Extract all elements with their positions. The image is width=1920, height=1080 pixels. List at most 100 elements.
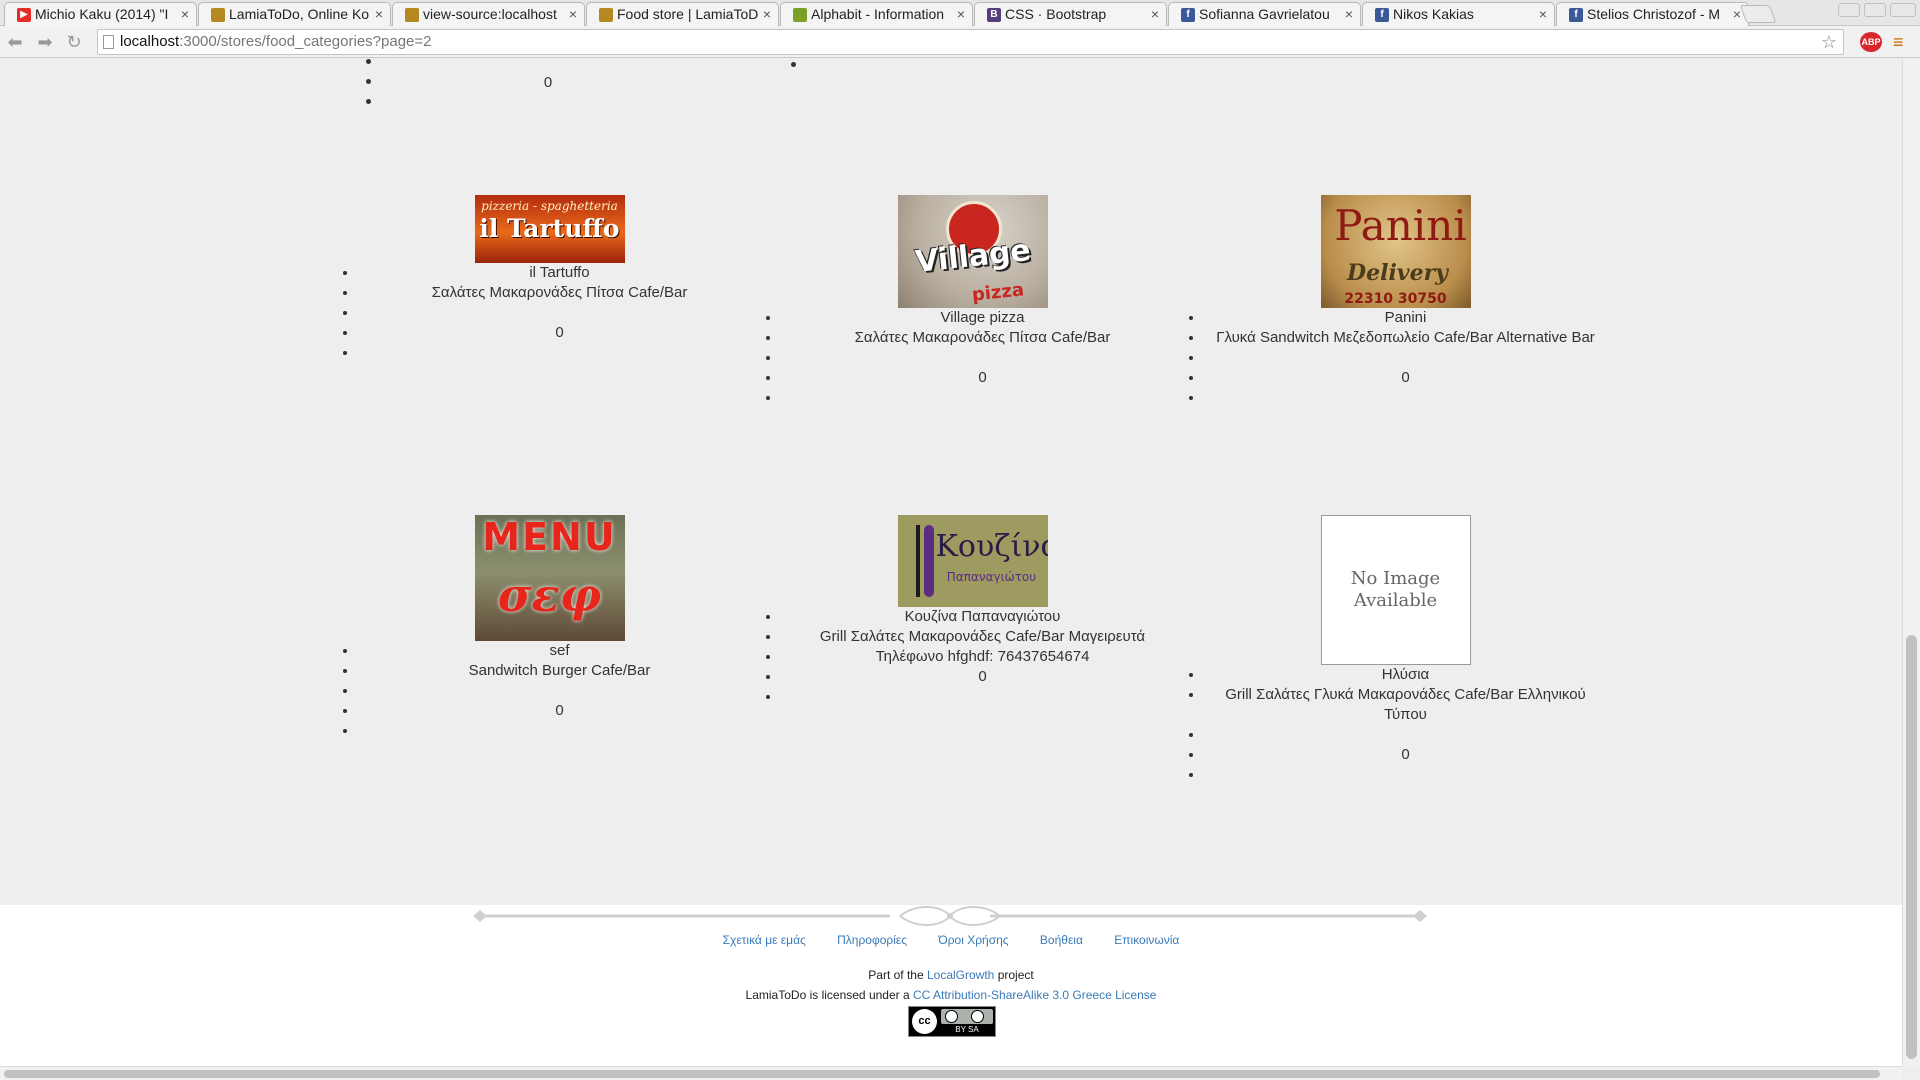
store-phone <box>358 303 761 323</box>
store-name[interactable]: Ηλύσια <box>1204 665 1607 685</box>
store-name[interactable]: Κουζίνα Παπαναγιώτου <box>781 607 1184 627</box>
store-extra <box>358 343 761 363</box>
close-tab-icon[interactable]: × <box>763 3 771 26</box>
page-content: 0 pizzeria - spaghetteriail Tartuffoil T… <box>0 59 1902 1066</box>
store-phone <box>1204 348 1607 368</box>
browser-tab[interactable]: f Sofianna Gavrielatou × <box>1168 2 1361 26</box>
footer-link-info[interactable]: Πληροφορίες <box>837 933 907 947</box>
chrome-menu-icon[interactable]: ≡ <box>1893 32 1904 53</box>
tab-title: Nikos Kakias <box>1393 6 1474 22</box>
close-tab-icon[interactable]: × <box>957 3 965 26</box>
store-name[interactable]: Village pizza <box>781 308 1184 328</box>
store-name[interactable]: sef <box>358 641 761 661</box>
facebook-icon: f <box>1181 8 1195 22</box>
bookmark-star-icon[interactable]: ☆ <box>1821 30 1837 54</box>
store-rating-count: 0 <box>543 74 553 91</box>
list-bullet <box>366 59 371 64</box>
localgrowth-link[interactable]: LocalGrowth <box>927 968 994 982</box>
page-icon <box>103 35 114 49</box>
browser-tab[interactable]: view-source:localhost × <box>392 2 585 26</box>
footer-link-about[interactable]: Σχετικά με εμάς <box>723 933 806 947</box>
store-extra <box>358 721 761 741</box>
store-categories: Γλυκά Sandwitch Μεζεδοπωλείο Cafe/Bar Al… <box>1204 328 1607 348</box>
vertical-scrollbar[interactable] <box>1902 59 1920 1066</box>
il-tartuffo-logo[interactable]: pizzeria - spaghetteria il Tartuffo <box>474 195 625 263</box>
footer-link-contact[interactable]: Επικοινωνία <box>1114 933 1179 947</box>
store-card: PaniniDelivery22310 30750PaniniΓλυκά San… <box>1184 195 1607 408</box>
store-rating-count: 0 <box>358 701 761 721</box>
license-line: LamiaToDo is licensed under a CC Attribu… <box>745 988 1157 1002</box>
store-name[interactable]: il Tartuffo <box>358 263 761 283</box>
store-categories: Grill Σαλάτες Μακαρονάδες Cafe/Bar Μαγει… <box>781 627 1184 647</box>
close-tab-icon[interactable]: × <box>181 3 189 26</box>
reload-icon[interactable]: ↻ <box>63 31 85 53</box>
footer-link-help[interactable]: Βοήθεια <box>1040 933 1083 947</box>
list-bullet <box>791 62 796 67</box>
close-tab-icon[interactable]: × <box>375 3 383 26</box>
store-phone <box>1204 725 1607 745</box>
horizontal-scrollbar[interactable] <box>0 1066 1902 1080</box>
facebook-icon: f <box>1375 8 1389 22</box>
store-extra <box>1204 765 1607 785</box>
store-details-list: PaniniΓλυκά Sandwitch Μεζεδοπωλείο Cafe/… <box>1184 308 1607 408</box>
close-tab-icon[interactable]: × <box>1151 3 1159 26</box>
panini-logo[interactable]: Panini Delivery 22310 30750 <box>1320 195 1471 308</box>
close-tab-icon[interactable]: × <box>569 3 577 26</box>
browser-tab[interactable]: Food store | LamiaToD × <box>586 2 779 26</box>
url-host: localhost <box>120 33 180 50</box>
browser-tab[interactable]: ▶ Michio Kaku (2014) "I × <box>4 2 197 26</box>
footer-divider-ornament <box>473 906 1427 926</box>
license-link[interactable]: CC Attribution-ShareAlike 3.0 Greece Lic… <box>913 988 1156 1002</box>
store-rating-count: 0 <box>1204 745 1607 765</box>
store-extra <box>781 388 1184 408</box>
store-categories: Sandwitch Burger Cafe/Bar <box>358 661 761 681</box>
store-categories: Σαλάτες Μακαρονάδες Πίτσα Cafe/Bar <box>781 328 1184 348</box>
store-phone <box>781 348 1184 368</box>
close-tab-icon[interactable]: × <box>1345 3 1353 26</box>
forward-icon[interactable]: ➡ <box>34 31 56 53</box>
part-of-line: Part of the LocalGrowth project <box>868 968 1034 982</box>
store-card: VillagepizzaVillage pizzaΣαλάτες Μακαρον… <box>761 195 1184 408</box>
cc-badge-text: BY SA <box>955 1025 979 1034</box>
new-tab-button[interactable] <box>1739 5 1777 23</box>
tab-title: view-source:localhost <box>423 6 557 22</box>
village-pizza-logo[interactable]: Village pizza <box>897 195 1048 308</box>
site-icon <box>405 8 419 22</box>
store-extra <box>1204 388 1607 408</box>
store-categories: Grill Σαλάτες Γλυκά Μακαρονάδες Cafe/Bar… <box>1204 685 1607 725</box>
cc-license-badge[interactable]: cc BY SA <box>908 1006 996 1037</box>
store-card: ΚουζίναΠαπαναγιώτουΚουζίνα ΠαπαναγιώτουG… <box>761 515 1184 707</box>
tab-title: LamiaToDo, Online Ko <box>229 6 370 22</box>
store-name[interactable]: Panini <box>1204 308 1607 328</box>
no-image-placeholder[interactable]: No Image Available <box>1320 515 1471 665</box>
sef-menu-logo[interactable]: MENU σεφ <box>474 515 625 641</box>
back-icon[interactable]: ⬅ <box>4 31 26 53</box>
horizontal-scrollbar-thumb[interactable] <box>4 1070 1880 1078</box>
adblock-plus-icon[interactable]: ABP <box>1860 32 1882 52</box>
store-extra <box>781 687 1184 707</box>
kouzina-logo[interactable]: ΚουζίναΠαπαναγιώτου <box>897 515 1048 607</box>
close-window-button[interactable] <box>1890 3 1916 17</box>
store-card: pizzeria - spaghetteriail Tartuffoil Tar… <box>338 195 761 363</box>
store-rating-count: 0 <box>358 323 761 343</box>
browser-tab[interactable]: Alphabit - Information × <box>780 2 973 26</box>
minimize-button[interactable] <box>1838 3 1860 17</box>
footer: Σχετικά με εμάς Πληροφορίες Όροι Χρήσης … <box>0 905 1902 1066</box>
tab-strip: ▶ Michio Kaku (2014) "I × LamiaToDo, Online… <box>0 0 1920 26</box>
browser-tab[interactable]: B CSS · Bootstrap × <box>974 2 1167 26</box>
vertical-scrollbar-thumb[interactable] <box>1906 635 1917 1059</box>
list-bullet <box>366 99 371 104</box>
browser-tab[interactable]: f Stelios Christozof - M × <box>1556 2 1749 26</box>
list-bullet <box>366 79 371 84</box>
bootstrap-icon: B <box>987 8 1001 22</box>
tab-title: CSS · Bootstrap <box>1005 6 1107 22</box>
url-path: :3000/stores/food_categories?page=2 <box>179 33 432 50</box>
footer-link-terms[interactable]: Όροι Χρήσης <box>938 933 1008 947</box>
browser-tab[interactable]: LamiaToDo, Online Ko × <box>198 2 391 26</box>
address-bar[interactable]: localhost:3000/stores/food_categories?pa… <box>97 29 1844 55</box>
store-phone: Τηλέφωνο hfghdf: 76437654674 <box>781 647 1184 667</box>
tab-title: Sofianna Gavrielatou <box>1199 6 1330 22</box>
close-tab-icon[interactable]: × <box>1539 3 1547 26</box>
maximize-button[interactable] <box>1864 3 1886 17</box>
browser-tab[interactable]: f Nikos Kakias × <box>1362 2 1555 26</box>
